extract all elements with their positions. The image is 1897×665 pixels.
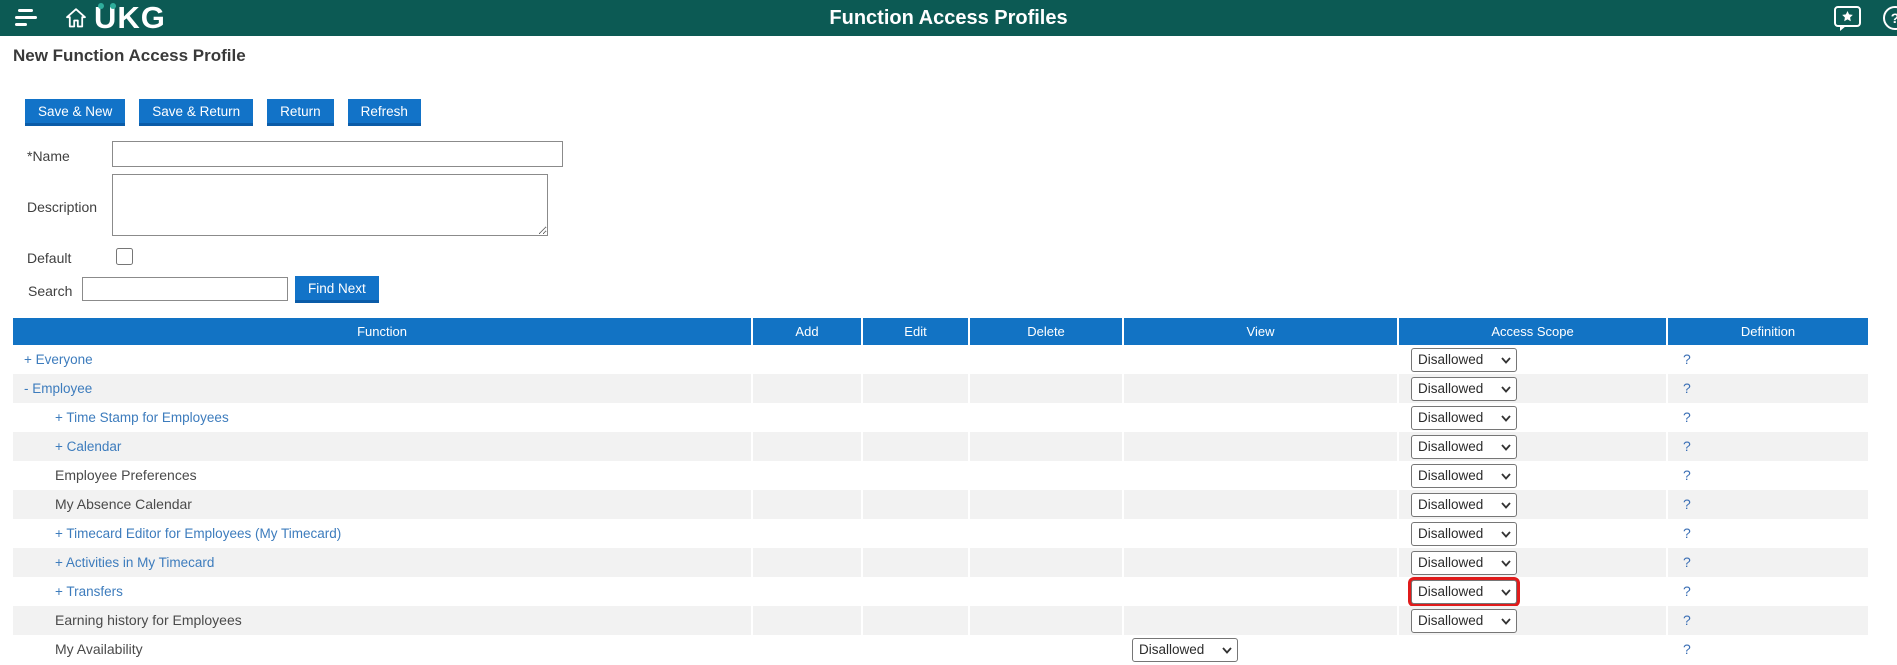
svg-text:?: ? bbox=[1891, 10, 1897, 26]
access-scope-select[interactable]: Disallowed bbox=[1411, 551, 1517, 575]
function-tree-link[interactable]: + Activities in My Timecard bbox=[55, 555, 214, 570]
hamburger-menu-icon[interactable] bbox=[15, 9, 39, 27]
logo-dot-icon bbox=[110, 3, 116, 9]
app-title: Function Access Profiles bbox=[829, 0, 1067, 36]
column-header-function: Function bbox=[13, 318, 751, 345]
table-row: + Activities in My Timecard Disallowed ? bbox=[13, 548, 1868, 577]
description-field[interactable] bbox=[112, 174, 548, 236]
return-button[interactable]: Return bbox=[267, 99, 334, 126]
access-scope-select[interactable]: Disallowed bbox=[1411, 522, 1517, 546]
table-row: - Employee Disallowed ? bbox=[13, 374, 1868, 403]
column-header-definition: Definition bbox=[1666, 318, 1868, 345]
definition-help-link[interactable]: ? bbox=[1683, 467, 1691, 483]
access-scope-select-wrap: Disallowed bbox=[1411, 522, 1517, 546]
logo-dot-icon bbox=[98, 3, 104, 9]
description-label: Description bbox=[27, 199, 97, 215]
function-label: My Availability bbox=[55, 641, 143, 657]
column-header-view: View bbox=[1122, 318, 1397, 345]
function-tree-link[interactable]: - Employee bbox=[24, 381, 92, 396]
access-scope-select[interactable]: Disallowed bbox=[1411, 348, 1517, 372]
column-header-access-scope: Access Scope bbox=[1397, 318, 1666, 345]
access-scope-select[interactable]: Disallowed bbox=[1411, 406, 1517, 430]
default-label: Default bbox=[27, 250, 71, 266]
access-scope-select-wrap: Disallowed bbox=[1411, 377, 1517, 401]
search-label: Search bbox=[28, 283, 72, 299]
page-title: New Function Access Profile bbox=[13, 46, 246, 66]
find-next-button[interactable]: Find Next bbox=[295, 276, 379, 303]
function-tree-link[interactable]: + Everyone bbox=[24, 352, 93, 367]
function-access-table: Function Add Edit Delete View Access Sco… bbox=[13, 318, 1868, 664]
definition-help-link[interactable]: ? bbox=[1683, 438, 1691, 454]
table-row: + Timecard Editor for Employees (My Time… bbox=[13, 519, 1868, 548]
home-icon[interactable] bbox=[64, 6, 88, 30]
definition-help-link[interactable]: ? bbox=[1683, 554, 1691, 570]
function-label: Employee Preferences bbox=[55, 467, 197, 483]
help-icon[interactable]: ? bbox=[1882, 5, 1897, 31]
name-field[interactable] bbox=[112, 141, 563, 167]
table-row: + Everyone Disallowed ? bbox=[13, 345, 1868, 374]
access-scope-select-wrap: Disallowed bbox=[1411, 464, 1517, 488]
access-scope-select[interactable]: Disallowed bbox=[1411, 464, 1517, 488]
column-header-edit: Edit bbox=[861, 318, 968, 345]
access-scope-select-wrap: Disallowed bbox=[1411, 609, 1517, 633]
access-scope-select-wrap: Disallowed bbox=[1411, 493, 1517, 517]
definition-help-link[interactable]: ? bbox=[1683, 380, 1691, 396]
table-row: Employee Preferences Disallowed ? bbox=[13, 461, 1868, 490]
definition-help-link[interactable]: ? bbox=[1683, 583, 1691, 599]
topbar: UKG Function Access Profiles ? bbox=[0, 0, 1897, 36]
definition-help-link[interactable]: ? bbox=[1683, 496, 1691, 512]
search-input[interactable] bbox=[82, 277, 288, 301]
table-row: Earning history for Employees Disallowed… bbox=[13, 606, 1868, 635]
view-scope-select[interactable]: Disallowed bbox=[1132, 638, 1238, 662]
screen: UKG Function Access Profiles ? New Funct… bbox=[0, 0, 1897, 665]
save-and-new-button[interactable]: Save & New bbox=[25, 99, 125, 126]
default-checkbox[interactable] bbox=[116, 248, 133, 265]
access-scope-select[interactable]: Disallowed bbox=[1411, 435, 1517, 459]
table-header-row: Function Add Edit Delete View Access Sco… bbox=[13, 318, 1868, 345]
access-scope-select[interactable]: Disallowed bbox=[1411, 377, 1517, 401]
function-label: My Absence Calendar bbox=[55, 496, 192, 512]
access-scope-select-wrap: Disallowed bbox=[1411, 348, 1517, 372]
table-row: + Time Stamp for Employees Disallowed ? bbox=[13, 403, 1868, 432]
access-scope-select-wrap: Disallowed bbox=[1411, 551, 1517, 575]
name-label: *Name bbox=[27, 148, 70, 164]
access-scope-select-wrap: Disallowed bbox=[1411, 435, 1517, 459]
column-header-delete: Delete bbox=[968, 318, 1122, 345]
save-and-return-button[interactable]: Save & Return bbox=[139, 99, 253, 126]
ukg-logo: UKG bbox=[94, 0, 166, 36]
definition-help-link[interactable]: ? bbox=[1683, 409, 1691, 425]
definition-help-link[interactable]: ? bbox=[1683, 612, 1691, 628]
refresh-button[interactable]: Refresh bbox=[348, 99, 421, 126]
function-tree-link[interactable]: + Calendar bbox=[55, 439, 121, 454]
function-label: Earning history for Employees bbox=[55, 612, 242, 628]
access-scope-select-wrap-highlighted: Disallowed bbox=[1411, 580, 1517, 604]
table-row: My Availability Disallowed ? bbox=[13, 635, 1868, 664]
definition-help-link[interactable]: ? bbox=[1683, 525, 1691, 541]
access-scope-select[interactable]: Disallowed bbox=[1411, 493, 1517, 517]
access-scope-select[interactable]: Disallowed bbox=[1411, 609, 1517, 633]
logo-text: UKG bbox=[94, 0, 166, 35]
table-row: My Absence Calendar Disallowed ? bbox=[13, 490, 1868, 519]
definition-help-link[interactable]: ? bbox=[1683, 641, 1691, 657]
table-row: + Calendar Disallowed ? bbox=[13, 432, 1868, 461]
function-tree-link[interactable]: + Timecard Editor for Employees (My Time… bbox=[55, 526, 341, 541]
column-header-add: Add bbox=[751, 318, 861, 345]
definition-help-link[interactable]: ? bbox=[1683, 351, 1691, 367]
function-tree-link[interactable]: + Time Stamp for Employees bbox=[55, 410, 229, 425]
table-row: + Transfers Disallowed ? bbox=[13, 577, 1868, 606]
function-tree-link[interactable]: + Transfers bbox=[55, 584, 123, 599]
toolbar: Save & New Save & Return Return Refresh bbox=[25, 99, 421, 126]
access-scope-select-wrap: Disallowed bbox=[1411, 406, 1517, 430]
feedback-icon[interactable] bbox=[1833, 5, 1863, 33]
access-scope-select[interactable]: Disallowed bbox=[1411, 580, 1517, 604]
view-scope-select-wrap: Disallowed bbox=[1132, 638, 1238, 662]
